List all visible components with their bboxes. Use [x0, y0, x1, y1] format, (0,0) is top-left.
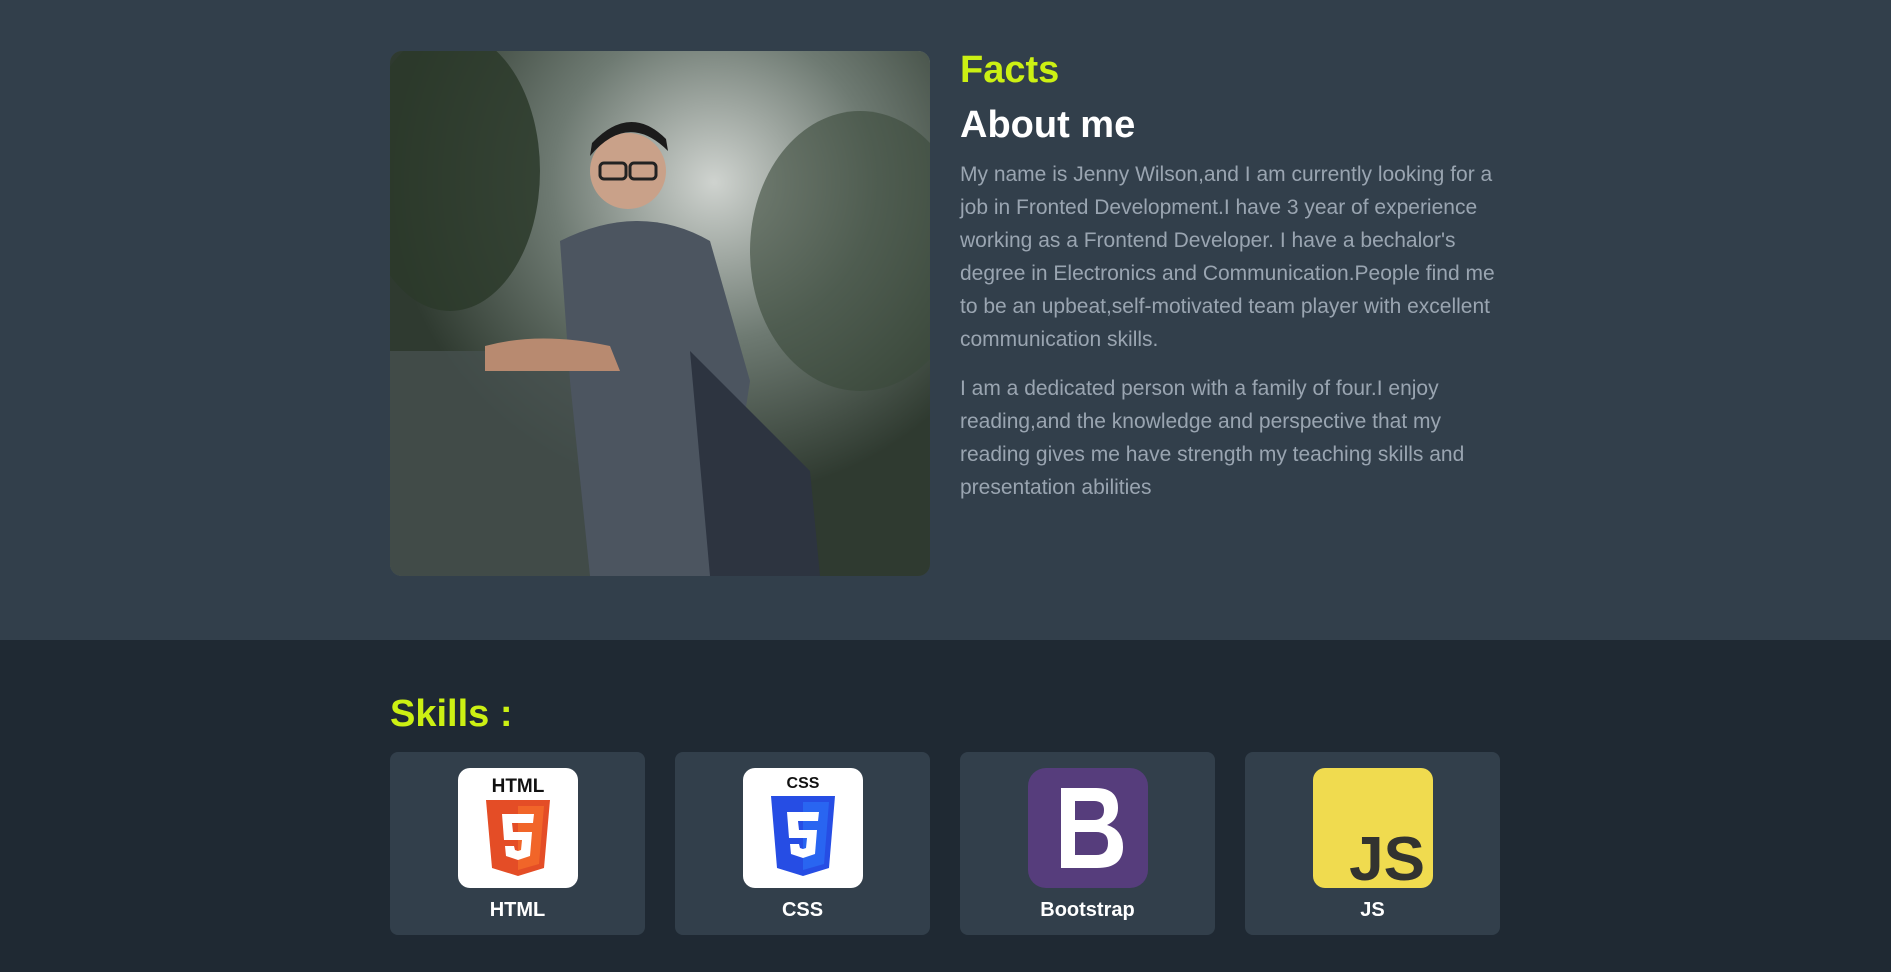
skills-section: Skills : HTML HTML CSS CSS Bootstrap JS … [0, 640, 1891, 972]
skill-label-js: JS [1360, 899, 1385, 921]
bootstrap-logo-icon [1028, 768, 1148, 888]
about-paragraph-2: I am a dedicated person with a family of… [960, 377, 1465, 499]
svg-text:JS: JS [1349, 825, 1425, 888]
svg-text:HTML: HTML [492, 776, 545, 797]
about-text: Facts About me My name is Jenny Wilson,a… [960, 46, 1505, 504]
about-paragraph-1: My name is Jenny Wilson,and I am current… [960, 163, 1495, 351]
skill-label-css: CSS [781, 899, 824, 921]
about-title: About me [960, 104, 1136, 146]
skills-title: Skills : [390, 693, 513, 735]
skill-label-html: HTML [489, 899, 546, 921]
css3-logo-icon: CSS [743, 768, 863, 888]
skills-cards: HTML HTML CSS CSS Bootstrap JS JS [390, 752, 1501, 935]
skill-card-css: CSS CSS [675, 752, 930, 935]
html5-logo-icon: HTML [458, 768, 578, 888]
profile-photo [390, 51, 930, 576]
javascript-logo-icon: JS [1313, 768, 1433, 888]
facts-eyebrow: Facts [960, 49, 1060, 91]
about-section: Facts About me My name is Jenny Wilson,a… [0, 0, 1891, 640]
svg-text:CSS: CSS [787, 775, 820, 792]
skill-label-bootstrap: Bootstrap [1040, 899, 1135, 921]
skill-card-html: HTML HTML [390, 752, 645, 935]
skill-card-js: JS JS [1245, 752, 1500, 935]
skill-card-bootstrap: Bootstrap [960, 752, 1215, 935]
